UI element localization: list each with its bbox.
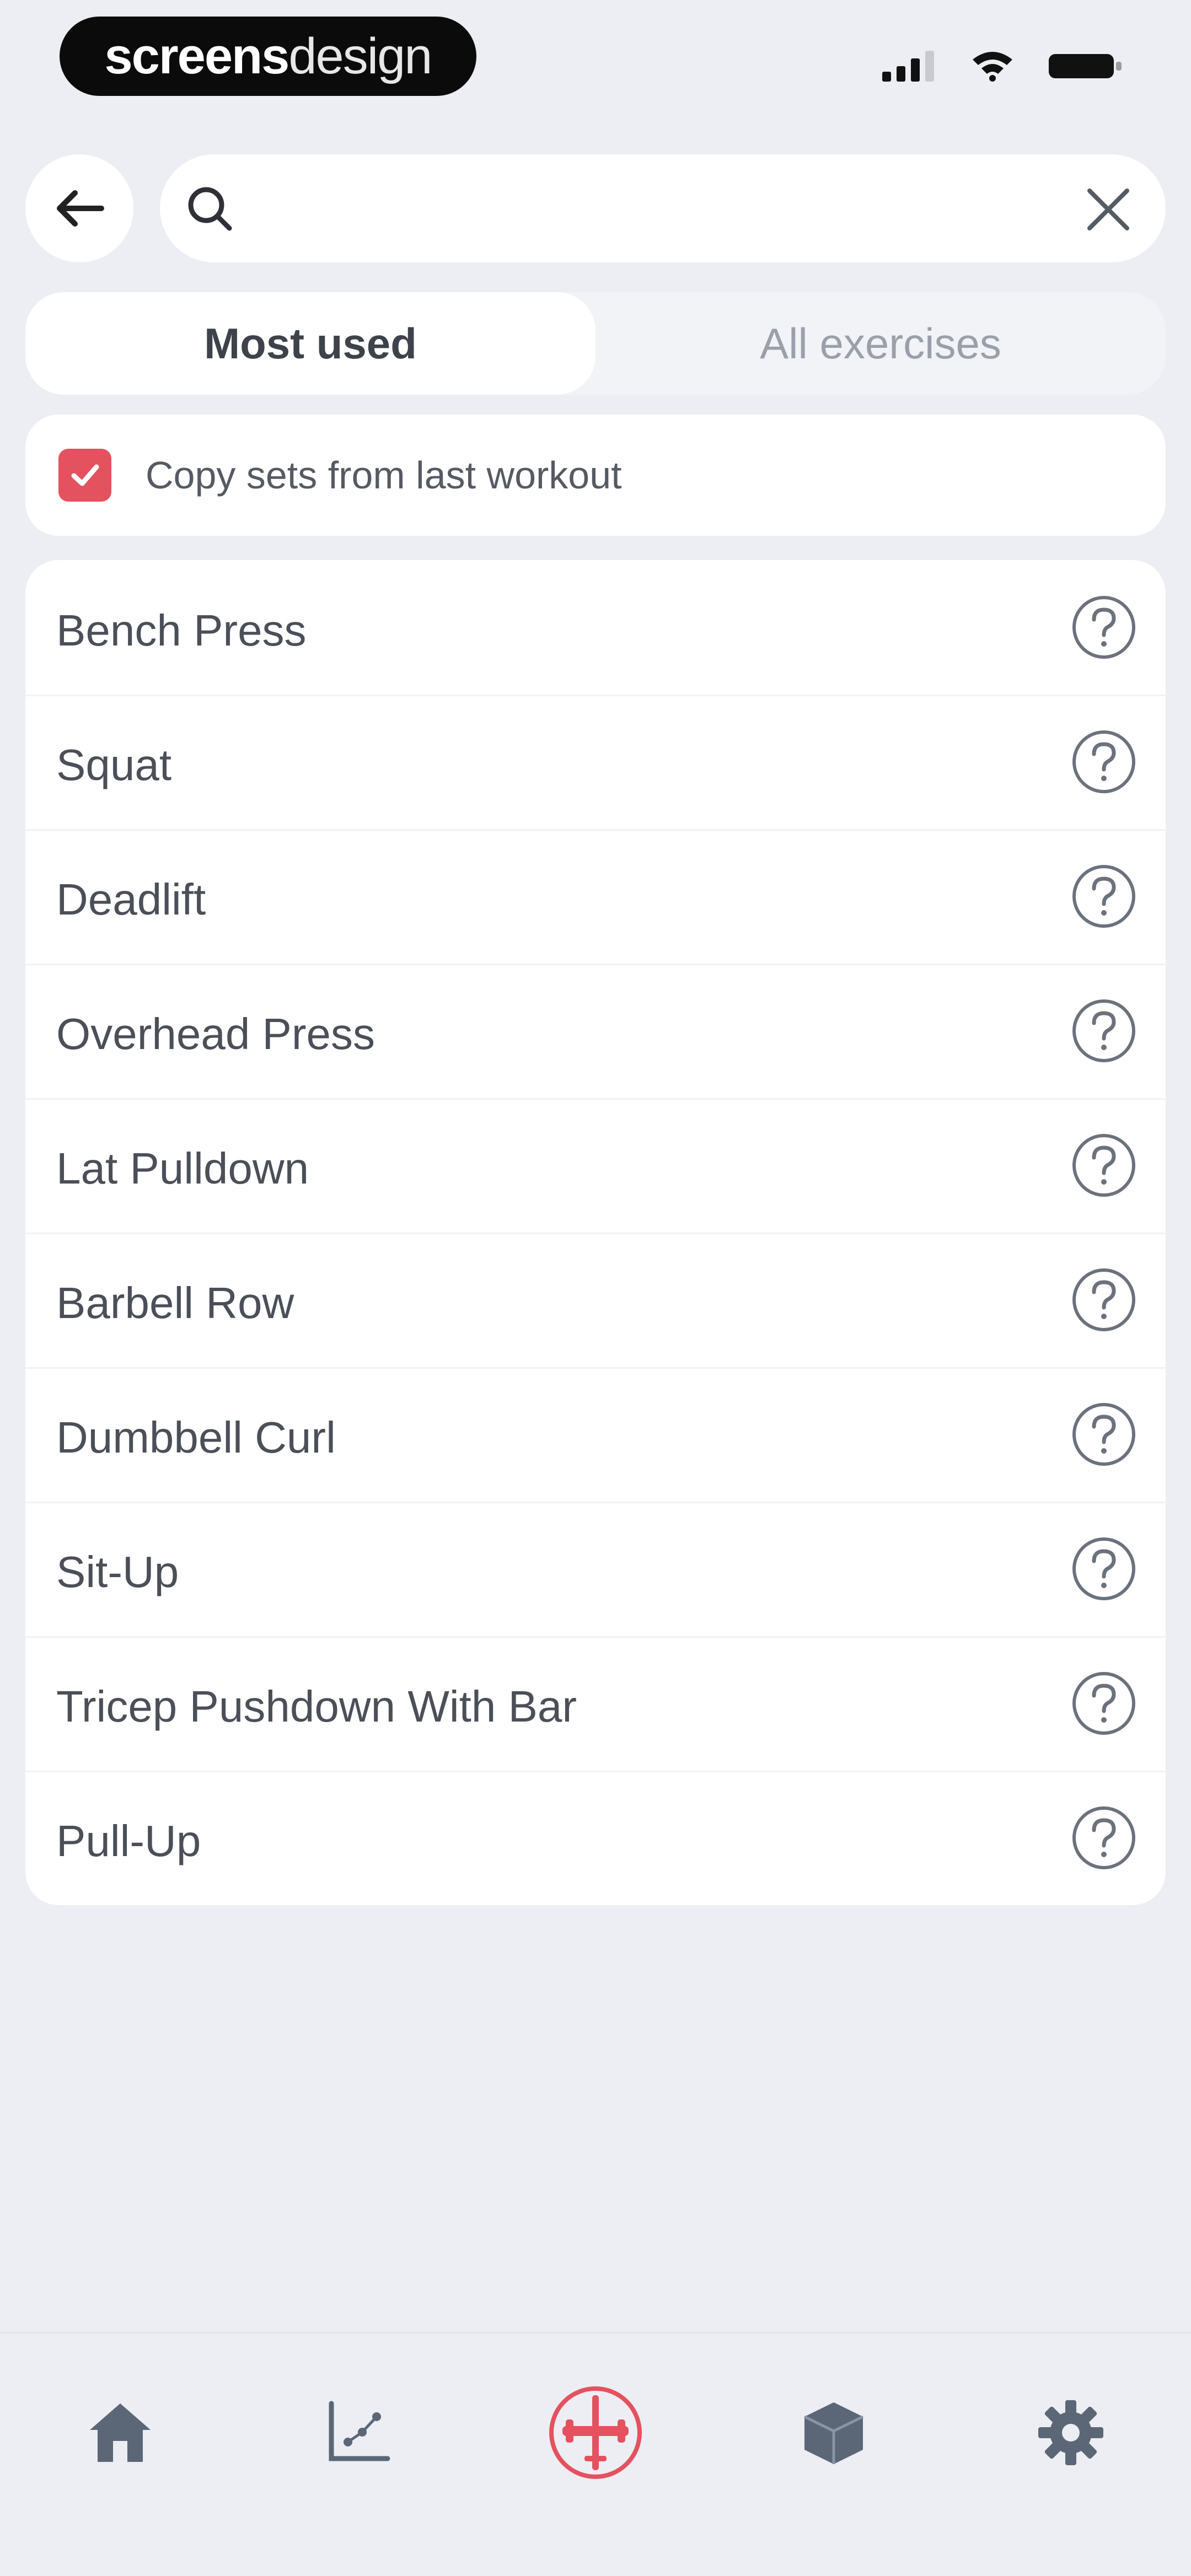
nav-workout[interactable]: [540, 2378, 651, 2488]
brand-logo: screens design: [60, 17, 476, 96]
brand-logo-bold: screens: [104, 28, 290, 84]
signal-icon: [882, 51, 934, 82]
help-icon[interactable]: [1071, 594, 1137, 660]
nav-equipment[interactable]: [779, 2378, 889, 2488]
back-button[interactable]: [25, 154, 133, 262]
help-icon[interactable]: [1071, 1132, 1137, 1198]
list-item[interactable]: Barbell Row: [25, 1233, 1166, 1369]
list-item[interactable]: Deadlift: [25, 829, 1166, 965]
list-item[interactable]: Sit-Up: [25, 1502, 1166, 1638]
nav-stats[interactable]: [302, 2378, 412, 2488]
help-icon[interactable]: [1071, 1401, 1137, 1467]
close-icon[interactable]: [1085, 186, 1131, 233]
help-icon[interactable]: [1071, 1267, 1137, 1333]
nav-home[interactable]: [65, 2378, 175, 2488]
tab-all-exercises-label: All exercises: [760, 319, 1001, 368]
copy-sets-checkbox[interactable]: [58, 449, 111, 502]
exercise-name: Squat: [56, 740, 172, 789]
help-icon[interactable]: [1071, 729, 1137, 795]
nav-settings[interactable]: [1016, 2378, 1126, 2488]
list-item[interactable]: Dumbbell Curl: [25, 1367, 1166, 1503]
brand-logo-light: design: [288, 28, 432, 84]
help-icon[interactable]: [1071, 1536, 1137, 1602]
list-item[interactable]: Pull-Up: [25, 1771, 1166, 1905]
exercise-name: Overhead Press: [56, 1009, 375, 1058]
tab-all-exercises[interactable]: All exercises: [596, 292, 1166, 395]
gear-icon: [1038, 2400, 1103, 2465]
search-bar: [160, 154, 1166, 262]
exercise-name: Pull-Up: [56, 1816, 201, 1865]
exercise-tabs: Most used All exercises: [25, 292, 1166, 395]
copy-sets-option[interactable]: Copy sets from last workout: [25, 415, 1166, 536]
exercise-name: Bench Press: [56, 606, 307, 655]
list-item[interactable]: Lat Pulldown: [25, 1098, 1166, 1234]
chart-icon: [329, 2401, 390, 2461]
exercise-picker-screen: screens design Most used All exercises C…: [0, 0, 1191, 2576]
list-item[interactable]: Squat: [25, 695, 1166, 831]
exercise-name: Lat Pulldown: [56, 1144, 309, 1193]
exercise-name: Sit-Up: [56, 1547, 179, 1596]
list-item[interactable]: Overhead Press: [25, 964, 1166, 1100]
tab-most-used-label: Most used: [204, 319, 417, 368]
copy-sets-label: Copy sets from last workout: [146, 454, 622, 497]
checkmark-icon: [71, 464, 99, 486]
cube-icon: [803, 2402, 864, 2464]
list-item[interactable]: Tricep Pushdown With Bar: [25, 1636, 1166, 1772]
wifi-icon: [973, 52, 1012, 82]
workout-icon: [549, 2386, 642, 2479]
tab-most-used[interactable]: Most used: [25, 292, 596, 395]
home-icon: [90, 2403, 151, 2462]
arrow-left-icon: [57, 190, 104, 227]
help-icon[interactable]: [1071, 998, 1137, 1064]
exercise-name: Deadlift: [56, 875, 206, 924]
exercise-name: Dumbbell Curl: [56, 1413, 336, 1462]
help-icon[interactable]: [1071, 1805, 1137, 1871]
exercise-name: Barbell Row: [56, 1278, 294, 1327]
help-icon[interactable]: [1071, 863, 1137, 929]
exercise-list: Bench Press Squat Deadlift Overhead Press La…: [25, 560, 1166, 1905]
search-input[interactable]: [243, 176, 1061, 241]
status-icons: [882, 49, 1125, 82]
help-icon[interactable]: [1071, 1670, 1137, 1736]
list-item[interactable]: Bench Press: [25, 560, 1166, 696]
search-icon: [188, 187, 232, 231]
battery-icon: [1049, 54, 1122, 78]
exercise-name: Tricep Pushdown With Bar: [56, 1682, 577, 1731]
bottom-nav: [0, 2332, 1191, 2576]
status-bar: screens design: [0, 0, 1191, 121]
